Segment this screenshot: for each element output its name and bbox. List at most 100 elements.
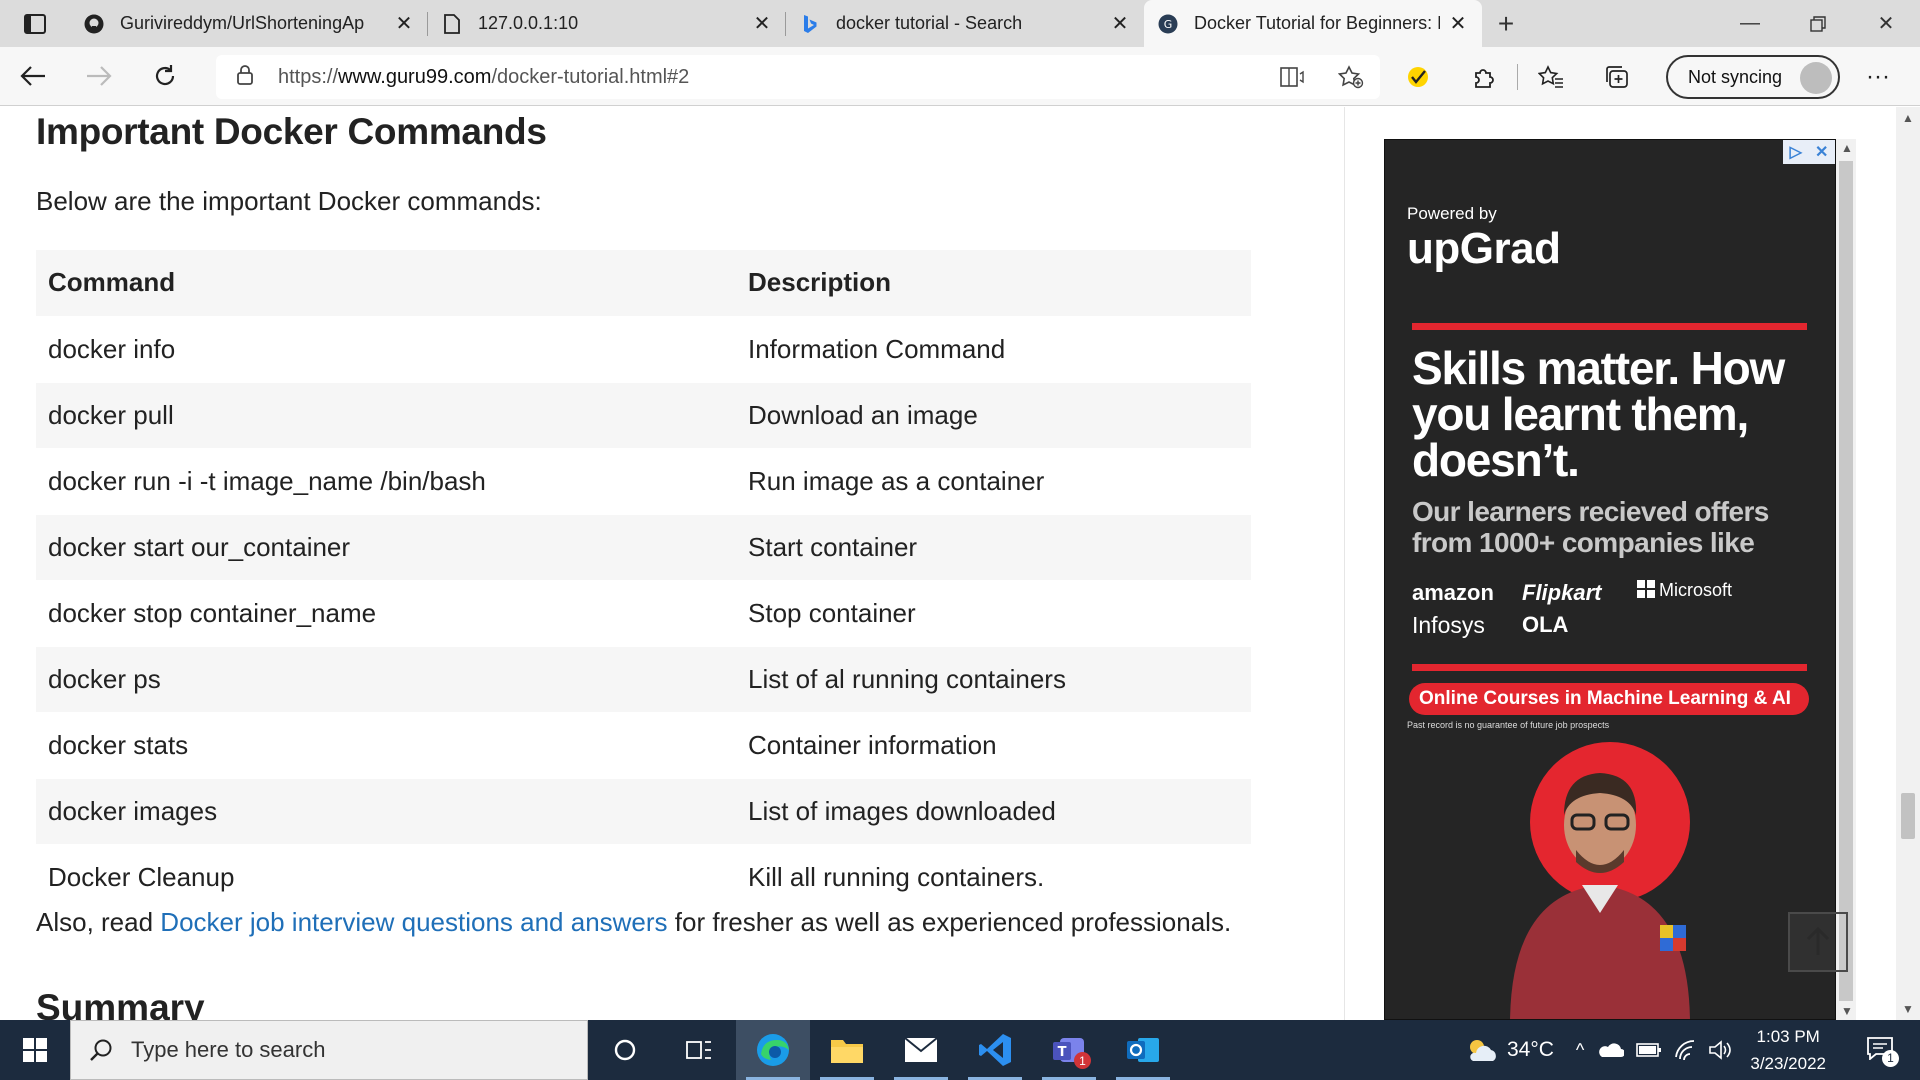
description-cell: List of al running containers [736,646,1251,713]
volume-icon[interactable] [1708,1039,1732,1061]
tab-github[interactable]: Gurivireddym/UrlShorteningAp ✕ [70,0,428,47]
back-to-top-button[interactable] [1788,912,1848,972]
back-button[interactable] [0,47,66,106]
refresh-icon [155,65,175,86]
onedrive-icon[interactable] [1598,1041,1625,1059]
ad-cta-button[interactable]: Online Courses in Machine Learning & AI [1409,683,1809,715]
plus-icon: + [1497,7,1515,39]
tab-actions-icon [24,13,46,34]
scroll-up-icon[interactable]: ▲ [1902,111,1914,125]
close-icon[interactable]: ✕ [394,11,414,36]
table-row: docker info Information Command [36,316,1251,383]
ola-logo: OLA [1522,612,1569,637]
settings-more-button[interactable]: ··· [1858,47,1898,106]
table-row: docker pull Download an image [36,382,1251,449]
interview-questions-link[interactable]: Docker job interview questions and answe… [160,907,667,937]
page-content: Important Docker Commands Below are the … [0,107,1920,1020]
battery-icon[interactable] [1636,1042,1662,1058]
wifi-icon[interactable] [1674,1039,1698,1061]
amazon-logo: amazon [1412,580,1494,605]
favorites-icon [1538,64,1563,88]
windows-logo-icon [23,1038,47,1062]
add-favorite-icon[interactable] [1322,65,1380,89]
description-cell: Container information [736,712,1251,779]
description-cell: Stop container [736,580,1251,647]
flipkart-logo: Flipkart [1522,580,1602,605]
ad-scrollbar[interactable]: ▲ ▼ [1836,139,1856,1020]
profile-sync-button[interactable]: Not syncing [1666,55,1840,99]
toolbar-extensions [1385,47,1650,106]
close-icon[interactable]: ✕ [1110,11,1130,36]
taskbar-file-explorer[interactable] [810,1020,884,1080]
close-window-button[interactable]: ✕ [1852,0,1920,47]
description-cell: Download an image [736,382,1251,449]
minimize-button[interactable]: — [1716,0,1784,47]
mail-icon [904,1037,938,1062]
immersive-reader-icon[interactable] [1264,66,1322,88]
taskbar-search-box[interactable]: Type here to search [70,1020,588,1080]
table-row: docker run -i -t image_name /bin/bash Run… [36,448,1251,515]
table-row: docker start our_container Start containe… [36,514,1251,581]
tab-guru99[interactable]: G Docker Tutorial for Beginners: Ba ✕ [1144,0,1482,47]
description-cell: Run image as a container [736,448,1251,515]
tab-bing-search[interactable]: docker tutorial - Search ✕ [786,0,1144,47]
ad-scroll-thumb[interactable] [1839,161,1853,1001]
collections-button[interactable] [1584,47,1650,106]
taskbar-edge[interactable] [736,1020,810,1080]
command-cell: Docker Cleanup [36,844,736,911]
table-row: docker images List of images downloaded [36,778,1251,845]
action-center-button[interactable]: 1 [1866,1036,1906,1067]
search-icon [90,1039,112,1061]
start-button[interactable] [0,1020,70,1080]
adchoices-icon[interactable]: ▷ [1790,142,1802,162]
clock-date: 3/23/2022 [1750,1054,1826,1073]
extensions-button[interactable] [1451,47,1517,106]
tab-title: Docker Tutorial for Beginners: Ba [1194,13,1440,33]
url-host: www.guru99.com [338,65,492,88]
temperature-text: 34°C [1506,1038,1554,1061]
scroll-down-icon[interactable]: ▼ [1841,1004,1853,1018]
scroll-up-icon[interactable]: ▲ [1841,141,1853,155]
taskbar-vscode[interactable] [958,1020,1032,1080]
url-text[interactable]: https://www.guru99.com/docker-tutorial.h… [278,66,1264,89]
taskbar-mail[interactable] [884,1020,958,1080]
close-ad-icon[interactable]: ✕ [1815,142,1828,162]
search-placeholder: Type here to search [131,1037,326,1062]
close-icon[interactable]: ✕ [752,11,772,36]
upgrad-advertisement[interactable]: ▷ ✕ Powered by upGrad Skills matter. How … [1384,139,1836,1020]
docker-commands-table: Command Description docker info Informati… [36,250,1251,911]
address-bar[interactable]: https://www.guru99.com/docker-tutorial.h… [216,55,1380,99]
notification-count: 1 [1882,1049,1899,1067]
infosys-logo: Infosys [1412,612,1485,638]
taskbar-teams[interactable]: T1 [1032,1020,1106,1080]
tab-localhost[interactable]: 127.0.0.1:10 ✕ [428,0,786,47]
partly-cloudy-icon [1469,1040,1496,1061]
taskbar-outlook[interactable] [1106,1020,1180,1080]
restore-button[interactable] [1784,0,1852,47]
close-icon[interactable]: ✕ [1448,11,1468,36]
show-hidden-icons-icon[interactable]: ^ [1576,1040,1584,1061]
taskbar-clock[interactable]: 1:03 PM 3/23/2022 [1750,1023,1826,1077]
lock-icon[interactable] [236,64,258,91]
scroll-down-icon[interactable]: ▼ [1902,1002,1914,1016]
cortana-button[interactable] [588,1020,662,1080]
new-tab-button[interactable]: + [1482,0,1530,47]
task-view-button[interactable] [662,1020,736,1080]
page-scrollbar[interactable]: ▲ ▼ [1896,107,1920,1020]
forward-button[interactable] [66,47,132,106]
section-heading: Important Docker Commands [36,111,547,152]
summary-heading: Summary [36,987,205,1020]
refresh-button[interactable] [132,47,198,106]
ad-divider [1412,323,1807,330]
ad-powered-by: Powered by [1407,204,1497,223]
norton-extension-button[interactable] [1385,47,1451,106]
ad-choices[interactable]: ▷ ✕ [1783,140,1835,164]
favorites-button[interactable] [1518,47,1584,106]
tab-title: docker tutorial - Search [836,13,1023,33]
avatar [1800,62,1832,94]
guru99-icon: G [1158,14,1178,34]
command-cell: docker ps [36,646,736,713]
tab-actions-button[interactable] [0,0,70,47]
page-scroll-thumb[interactable] [1901,793,1915,839]
weather-widget[interactable]: 34°C [1465,1037,1554,1063]
